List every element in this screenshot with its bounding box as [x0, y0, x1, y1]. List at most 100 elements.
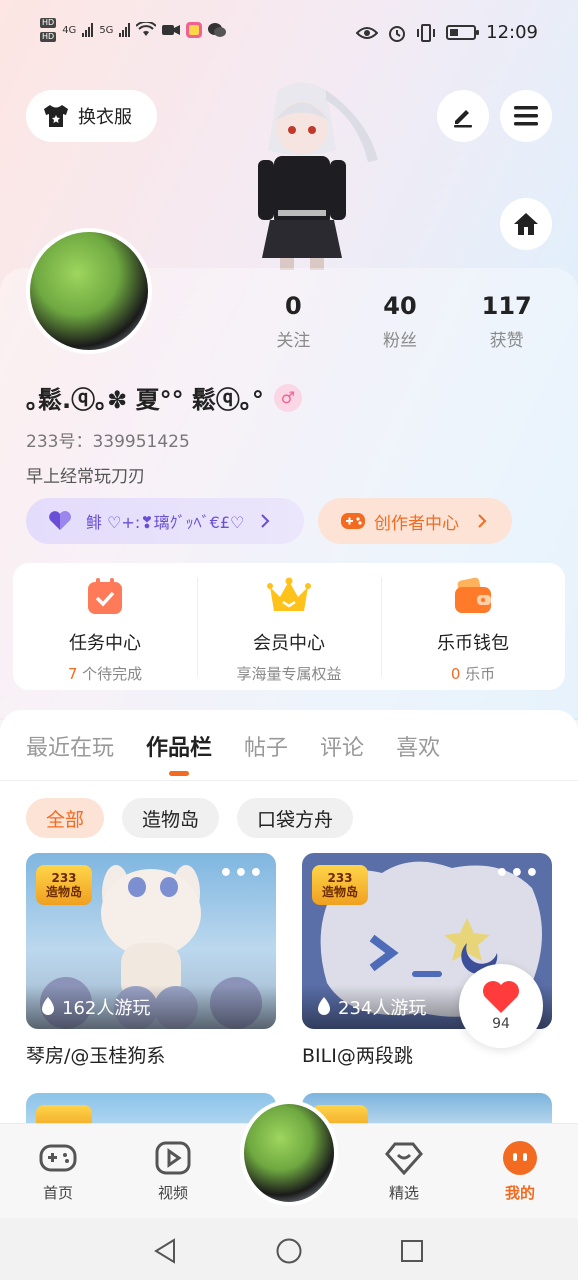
more-options-icon[interactable]: ••• — [219, 861, 264, 886]
home-circle-icon[interactable] — [276, 1238, 302, 1264]
coin-wallet[interactable]: 乐币钱包 0 乐币 — [381, 563, 565, 690]
creator-center-button[interactable]: 创作者中心 — [318, 498, 512, 544]
nickname-text: ｡鬆.ⓠ｡✽ 夏°° 鬆ⓠ｡° — [26, 386, 264, 414]
change-outfit-button[interactable]: 换衣服 — [26, 90, 157, 142]
creation-island-badge: 233 造物岛 — [36, 865, 92, 905]
nav-featured[interactable]: 精选 — [364, 1138, 444, 1203]
chevron-right-icon — [478, 514, 487, 528]
bio: 早上经常玩刀刃 — [26, 467, 145, 487]
network-5g: 5G — [99, 24, 114, 36]
quick-title: 会员中心 — [253, 633, 325, 654]
stat-followers[interactable]: 40 粉丝 — [347, 292, 454, 351]
nickname: ｡鬆.ⓠ｡✽ 夏°° 鬆ⓠ｡° ♂ — [26, 380, 302, 415]
task-center[interactable]: 任务中心 7 个待完成 — [13, 563, 197, 690]
signal-icon — [119, 23, 131, 37]
like-float-button[interactable]: 94 — [459, 964, 543, 1048]
heart-badge-icon — [49, 511, 71, 530]
stat-likes[interactable]: 117 获赞 — [453, 292, 560, 351]
tshirt-icon — [44, 105, 68, 127]
crown-icon — [267, 577, 311, 611]
creation-island-badge: 233 造物岛 — [312, 865, 368, 905]
avatar-3d-figure[interactable] — [218, 80, 386, 270]
guild-text: 鲱 ♡+:❣璃ｸﾞｯﾍﾞ€£♡ — [86, 513, 245, 532]
calendar-check-icon — [88, 578, 122, 614]
tab-recent[interactable]: 最近在玩 — [26, 730, 114, 762]
play-icon — [155, 1141, 191, 1175]
flame-icon — [318, 997, 330, 1015]
tab-likes[interactable]: 喜欢 — [396, 730, 440, 762]
work-card[interactable]: 233 造物岛 ••• 162人游玩 琴房/@玉桂狗系 — [26, 853, 276, 1068]
divider — [0, 780, 578, 781]
clock: 12:09 — [486, 22, 538, 43]
avatar[interactable] — [26, 228, 152, 354]
card-title: 琴房/@玉桂狗系 — [26, 1045, 166, 1067]
vip-center[interactable]: 会员中心 享海量专属权益 — [197, 563, 381, 690]
tab-bar: 最近在玩 作品栏 帖子 评论 喜欢 — [26, 730, 440, 776]
nav-video[interactable]: 视频 — [133, 1138, 213, 1203]
user-id[interactable]: 233号：339951425 — [26, 427, 190, 452]
tab-works[interactable]: 作品栏 — [146, 730, 212, 776]
edit-profile-button[interactable] — [437, 90, 489, 142]
system-nav-bar — [0, 1218, 578, 1280]
more-options-icon[interactable]: ••• — [495, 861, 540, 886]
camera-icon — [162, 25, 181, 35]
menu-icon — [514, 106, 538, 126]
wifi-icon — [136, 22, 157, 36]
chevron-right-icon — [261, 514, 270, 528]
tab-posts[interactable]: 帖子 — [244, 730, 288, 762]
menu-button[interactable] — [500, 90, 552, 142]
gamepad-icon — [341, 513, 365, 529]
stat-label: 关注 — [276, 331, 311, 351]
stat-number: 117 — [481, 292, 532, 320]
back-icon[interactable] — [153, 1238, 177, 1264]
creator-center-label: 创作者中心 — [374, 513, 459, 534]
filter-chips: 全部 造物岛 口袋方舟 — [26, 798, 354, 838]
vibrate-icon — [417, 23, 436, 42]
pencil-icon — [454, 110, 472, 128]
quick-panel: 任务中心 7 个待完成 会员中心 享海量专属权益 乐币钱包 0 乐币 — [13, 563, 565, 690]
center-avatar-button[interactable] — [240, 1100, 338, 1206]
nav-me[interactable]: 我的 — [480, 1138, 560, 1203]
gender-icon: ♂ — [273, 383, 302, 412]
change-outfit-label: 换衣服 — [78, 107, 132, 128]
heart-diamond-icon — [385, 1142, 423, 1175]
gamepad-icon — [39, 1144, 77, 1172]
eye-icon — [356, 26, 379, 39]
card-thumbnail[interactable]: 233 造物岛 ••• 162人游玩 — [26, 853, 276, 1029]
quick-subtitle: 享海量专属权益 — [236, 665, 342, 683]
play-count: 162人游玩 — [26, 985, 276, 1029]
home-button[interactable] — [500, 198, 552, 250]
profile-stats: 0 关注 40 粉丝 117 获赞 — [240, 292, 560, 351]
nav-label: 首页 — [42, 1184, 73, 1202]
nav-label: 视频 — [157, 1184, 188, 1202]
heart-icon — [483, 981, 519, 1013]
nav-label: 精选 — [388, 1184, 419, 1202]
quick-subtitle: 0 乐币 — [450, 665, 496, 683]
alarm-icon — [389, 25, 406, 42]
guild-pill[interactable]: 鲱 ♡+:❣璃ｸﾞｯﾍﾞ€£♡ — [26, 498, 304, 544]
tab-comments[interactable]: 评论 — [320, 730, 364, 762]
quick-subtitle: 7 个待完成 — [67, 665, 143, 683]
signal-icon — [82, 23, 94, 37]
stat-following[interactable]: 0 关注 — [240, 292, 347, 351]
like-count: 94 — [492, 1016, 510, 1032]
battery-icon — [446, 25, 480, 40]
house-icon — [514, 213, 538, 235]
stat-number: 40 — [383, 292, 417, 320]
network-4g: 4G — [62, 24, 77, 36]
quick-title: 任务中心 — [69, 633, 141, 654]
wallet-icon — [455, 577, 491, 613]
recents-icon[interactable] — [400, 1239, 424, 1263]
nav-label: 我的 — [504, 1184, 535, 1202]
quick-title: 乐币钱包 — [437, 633, 509, 654]
stat-number: 0 — [284, 292, 302, 320]
hd-indicator: HD HD — [40, 18, 57, 42]
status-bar: HD HD 4G 5G 12:09 — [0, 0, 578, 70]
flame-icon — [42, 997, 54, 1015]
nav-home[interactable]: 首页 — [18, 1138, 98, 1203]
stat-label: 粉丝 — [383, 331, 417, 351]
app-icon — [186, 22, 203, 38]
chip-pocket-ark[interactable]: 口袋方舟 — [237, 798, 354, 838]
chip-all[interactable]: 全部 — [26, 798, 105, 838]
chip-creation-island[interactable]: 造物岛 — [122, 798, 220, 838]
